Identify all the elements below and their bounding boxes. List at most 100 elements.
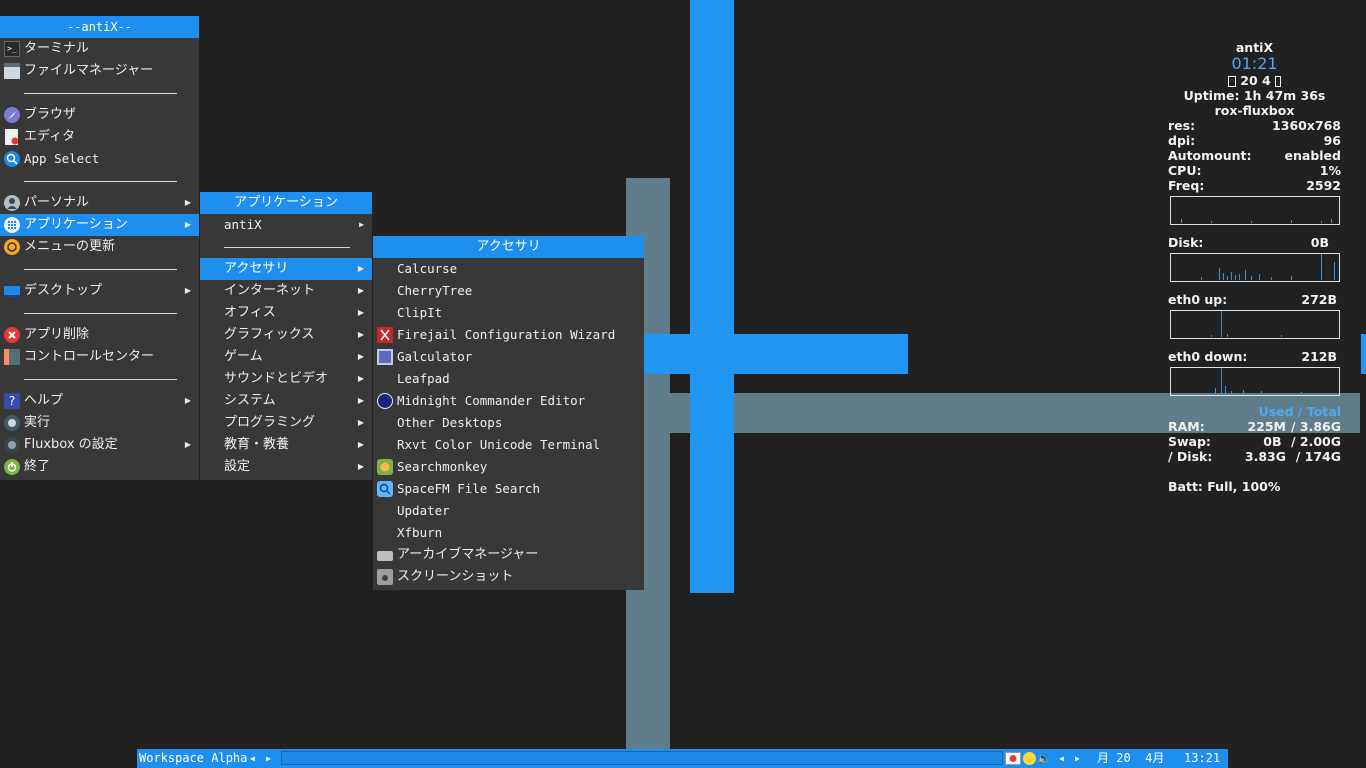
- menu-item-editor[interactable]: エディタ: [0, 126, 199, 148]
- menu-item-menu-update[interactable]: メニューの更新: [0, 236, 199, 258]
- eth-down-graph: [1170, 367, 1340, 396]
- menu-item-app-remove[interactable]: アプリ削除: [0, 324, 199, 346]
- terminal-icon: >_: [4, 41, 20, 57]
- submenu-arrow-icon: ▶: [184, 198, 191, 207]
- acc-item-galculator[interactable]: Galculator: [373, 346, 644, 368]
- menu-item-run[interactable]: 実行: [0, 412, 199, 434]
- conky-row: Freq: 2592: [1168, 178, 1341, 193]
- submenu-arrow-icon: ▶: [357, 308, 364, 317]
- menu-item-control-centre[interactable]: コントロールセンター: [0, 346, 199, 368]
- menu-separator: [0, 170, 199, 192]
- apps-item-graphics[interactable]: グラフィックス ▶: [200, 324, 372, 346]
- clock-date[interactable]: 月 20 4月: [1097, 749, 1164, 768]
- menu-separator: [200, 236, 372, 258]
- acc-item-updater[interactable]: Updater: [373, 500, 644, 522]
- menu-separator: [0, 258, 199, 280]
- submenu-arrow-icon: ▶: [359, 220, 364, 229]
- conky-used-total-header: Used / Total: [1258, 404, 1341, 419]
- volume-icon[interactable]: 🔈: [1037, 749, 1051, 768]
- refresh-icon: [4, 239, 20, 255]
- conky-disk-row: Disk: 0B: [1168, 235, 1329, 250]
- menu-item-browser[interactable]: ブラウザ: [0, 104, 199, 126]
- acc-item-archive-manager[interactable]: アーカイブマネージャー: [373, 544, 644, 566]
- acc-item-rxvt-terminal[interactable]: Rxvt Color Unicode Terminal: [373, 434, 644, 456]
- acc-item-xfburn[interactable]: Xfburn: [373, 522, 644, 544]
- submenu-arrow-icon: ▶: [184, 396, 191, 405]
- acc-item-mc-editor[interactable]: Midnight Commander Editor: [373, 390, 644, 412]
- conky-eth-down-row: eth0 down: 212B: [1168, 349, 1337, 364]
- submenu-arrow-icon: ▶: [357, 396, 364, 405]
- conky-row: dpi: 96: [1168, 133, 1341, 148]
- menu-item-file-manager[interactable]: ファイルマネージャー: [0, 60, 199, 82]
- menu-item-applications[interactable]: アプリケーション ▶: [0, 214, 199, 236]
- submenu-arrow-icon: ▶: [357, 418, 364, 427]
- eth-up-graph: [1170, 310, 1340, 339]
- updates-tray-icon[interactable]: [1023, 752, 1036, 765]
- acc-item-screenshot[interactable]: スクリーンショット: [373, 566, 644, 588]
- editor-icon: [5, 129, 19, 145]
- main-menu-title: --antiX--: [0, 16, 199, 38]
- menu-separator: [0, 82, 199, 104]
- menu-item-desktop[interactable]: デスクトップ ▶: [0, 280, 199, 302]
- desktop-icon: [4, 286, 20, 297]
- acc-item-other-desktops[interactable]: Other Desktops: [373, 412, 644, 434]
- submenu-arrow-icon: ▶: [184, 440, 191, 449]
- archive-icon: [377, 551, 393, 561]
- tray-next-button[interactable]: ▶: [1075, 749, 1080, 768]
- menu-separator: [0, 368, 199, 390]
- submenu-arrow-icon: ▶: [357, 352, 364, 361]
- firejail-icon: [377, 327, 393, 343]
- apps-item-antix[interactable]: antiX ▶: [200, 214, 372, 236]
- calendar-glyph-icon: [1275, 76, 1282, 87]
- accessories-submenu: アクセサリ Calcurse CherryTree ClipIt Firejai…: [373, 236, 644, 590]
- clock-time[interactable]: 13:21: [1184, 749, 1220, 768]
- menu-item-help[interactable]: ? ヘルプ ▶: [0, 390, 199, 412]
- workspace-next-button[interactable]: ▶: [266, 749, 271, 768]
- menu-item-personal[interactable]: パーソナル ▶: [0, 192, 199, 214]
- acc-item-clipit[interactable]: ClipIt: [373, 302, 644, 324]
- conky-battery: Batt: Full, 100%: [1168, 479, 1281, 494]
- menu-item-app-select[interactable]: App Select: [0, 148, 199, 170]
- applications-submenu: アプリケーション antiX ▶ アクセサリ ▶ インターネット ▶ オフィス …: [200, 192, 372, 480]
- svg-text:>_: >_: [7, 44, 17, 53]
- acc-item-firejail-wizard[interactable]: Firejail Configuration Wizard: [373, 324, 644, 346]
- acc-item-leafpad[interactable]: Leafpad: [373, 368, 644, 390]
- keyboard-layout-icon[interactable]: [1005, 752, 1021, 765]
- acc-item-searchmonkey[interactable]: Searchmonkey: [373, 456, 644, 478]
- midnight-commander-icon: [377, 393, 393, 409]
- calculator-icon: [377, 349, 393, 365]
- submenu-arrow-icon: ▶: [357, 286, 364, 295]
- window-list-area[interactable]: [281, 751, 1003, 765]
- wallpaper-blue-edge: [1361, 334, 1366, 374]
- tray-prev-button[interactable]: ◀: [1059, 749, 1064, 768]
- help-icon: ?: [4, 393, 20, 409]
- taskbar: Workspace Alpha ◀ ▶ 🔈 ◀ ▶ 月 20 4月 13:21: [137, 749, 1228, 768]
- apps-item-education[interactable]: 教育・教養 ▶: [200, 434, 372, 456]
- submenu-arrow-icon: ▶: [184, 286, 191, 295]
- apps-item-office[interactable]: オフィス ▶: [200, 302, 372, 324]
- apps-item-programming[interactable]: プログラミング ▶: [200, 412, 372, 434]
- apps-item-sound-video[interactable]: サウンドとビデオ ▶: [200, 368, 372, 390]
- submenu-arrow-icon: ▶: [184, 220, 191, 229]
- conky-mem-row: / Disk: 3.83G / 174G: [1168, 449, 1341, 464]
- applications-grid-icon: [4, 217, 20, 233]
- menu-item-terminal[interactable]: >_ ターミナル: [0, 38, 199, 60]
- apps-item-accessories[interactable]: アクセサリ ▶: [200, 258, 372, 280]
- apps-item-internet[interactable]: インターネット ▶: [200, 280, 372, 302]
- acc-item-cherrytree[interactable]: CherryTree: [373, 280, 644, 302]
- acc-item-spacefm-search[interactable]: SpaceFM File Search: [373, 478, 644, 500]
- wallpaper-blue-vertical: [690, 0, 734, 593]
- conky-uptime: Uptime: 1h 47m 36s: [1183, 88, 1326, 103]
- apps-item-settings[interactable]: 設定 ▶: [200, 456, 372, 478]
- menu-item-fluxbox-settings[interactable]: Fluxbox の設定 ▶: [0, 434, 199, 456]
- menu-item-exit[interactable]: 終了: [0, 456, 199, 478]
- acc-item-calcurse[interactable]: Calcurse: [373, 258, 644, 280]
- apps-item-system[interactable]: システム ▶: [200, 390, 372, 412]
- conky-date: 20 4: [1168, 73, 1341, 88]
- calendar-glyph-icon: [1227, 76, 1236, 87]
- apps-item-games[interactable]: ゲーム ▶: [200, 346, 372, 368]
- workspace-prev-button[interactable]: ◀: [250, 749, 255, 768]
- accessories-submenu-title: アクセサリ: [373, 236, 644, 258]
- control-centre-icon: [4, 349, 20, 365]
- remove-icon: [4, 327, 20, 343]
